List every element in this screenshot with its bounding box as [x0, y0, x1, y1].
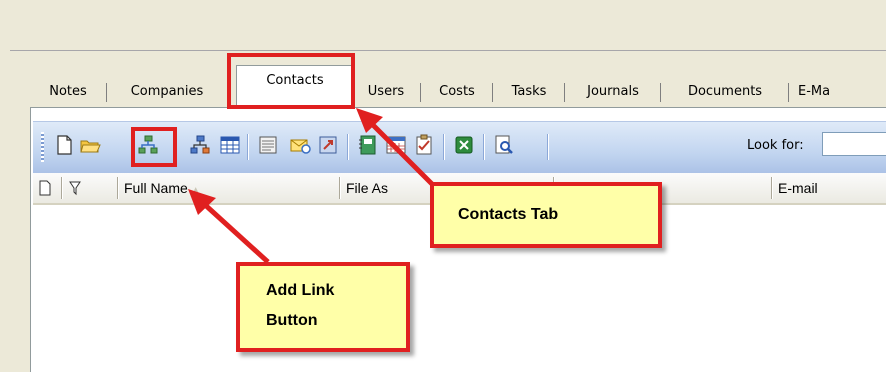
- callout-add-link: Add Link Button: [236, 262, 410, 352]
- callout-contacts-tab: Contacts Tab: [430, 182, 662, 248]
- arrow-to-add-link: [188, 189, 270, 264]
- callout-text-line2: Button: [266, 312, 318, 329]
- arrow-to-contacts-tab: [356, 108, 438, 190]
- callout-text: Contacts Tab: [458, 206, 559, 223]
- callout-text-line1: Add Link: [266, 282, 335, 299]
